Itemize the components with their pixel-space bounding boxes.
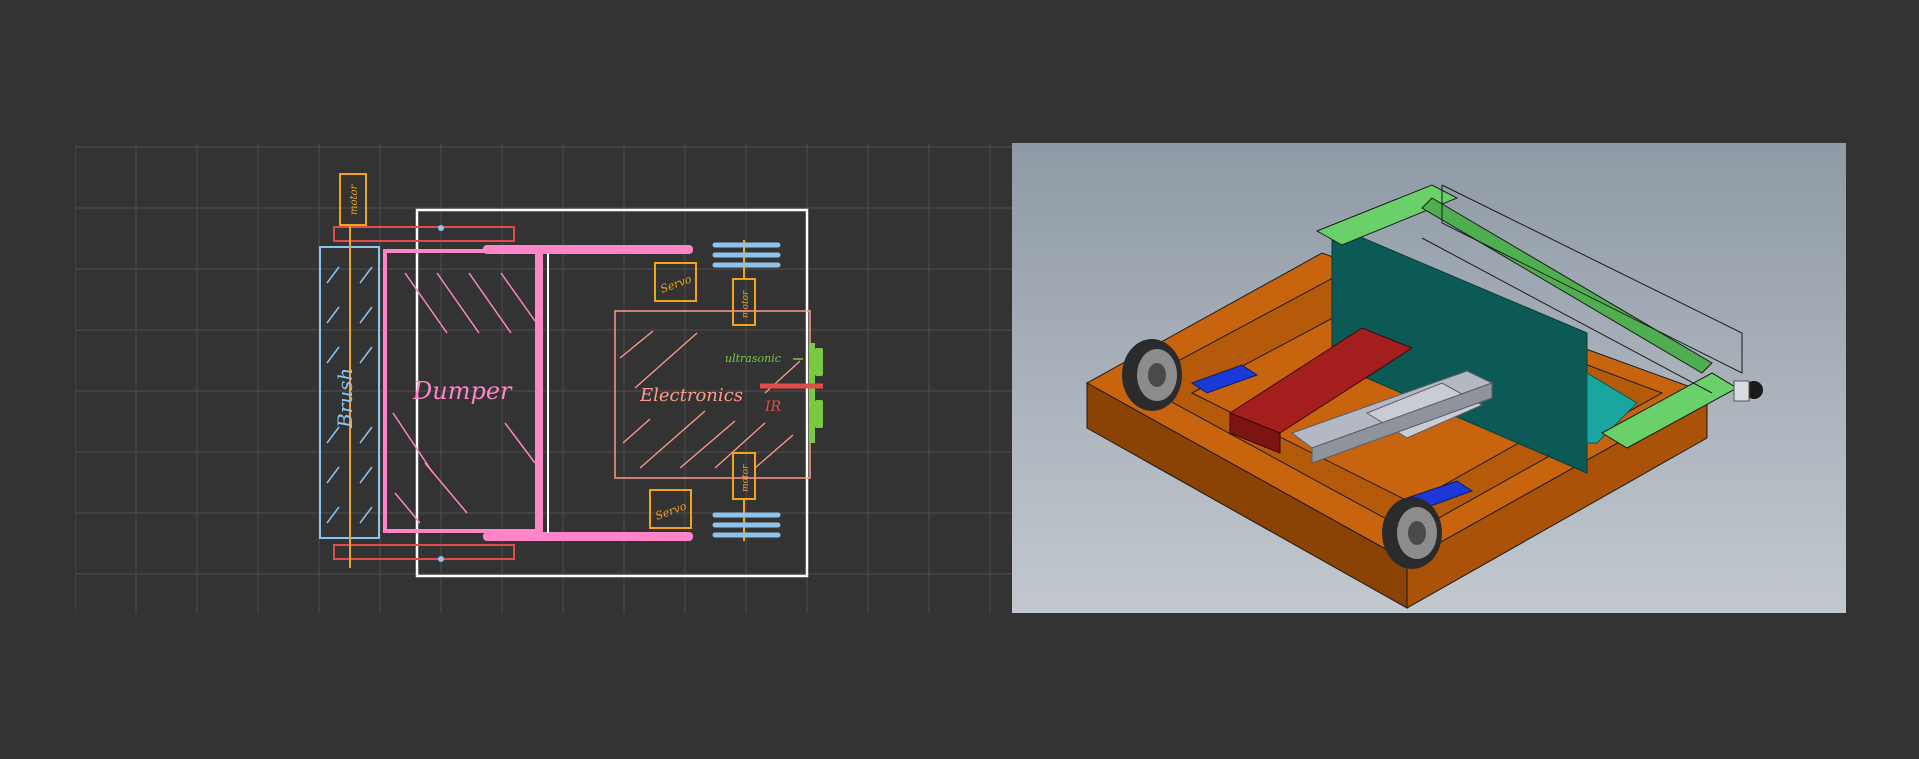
servo-top-label: Servo	[659, 272, 694, 295]
sketch-panel: motor Brush Dumper Servo Servo motor mot…	[75, 143, 1012, 613]
front-axle-top	[333, 226, 515, 242]
dumper-arm-bottom	[483, 532, 693, 541]
electronics-label: Electronics	[639, 385, 743, 406]
wheel-left	[1122, 339, 1182, 411]
dumper-pivot-bar	[535, 251, 543, 535]
dumper-label: Dumper	[412, 377, 513, 405]
brush-label: Brush	[333, 368, 357, 429]
ultrasonic-label: ultrasonic	[725, 352, 781, 365]
sketch-grid	[75, 143, 1012, 613]
cad-render	[1012, 143, 1846, 613]
front-axle-bottom	[333, 544, 515, 560]
wheel-motor-top-label: motor	[741, 290, 751, 318]
brush-motor-label: motor	[349, 183, 360, 215]
servo-bottom-label: Servo	[654, 499, 689, 522]
dumper-arm-top	[483, 245, 693, 254]
sketch-canvas: motor Brush Dumper Servo Servo motor mot…	[75, 143, 1012, 613]
wheel-right	[1382, 497, 1442, 569]
ir-label: IR	[764, 399, 782, 415]
cad-render-panel	[1012, 143, 1846, 613]
ultrasonic-sensor	[809, 343, 815, 443]
